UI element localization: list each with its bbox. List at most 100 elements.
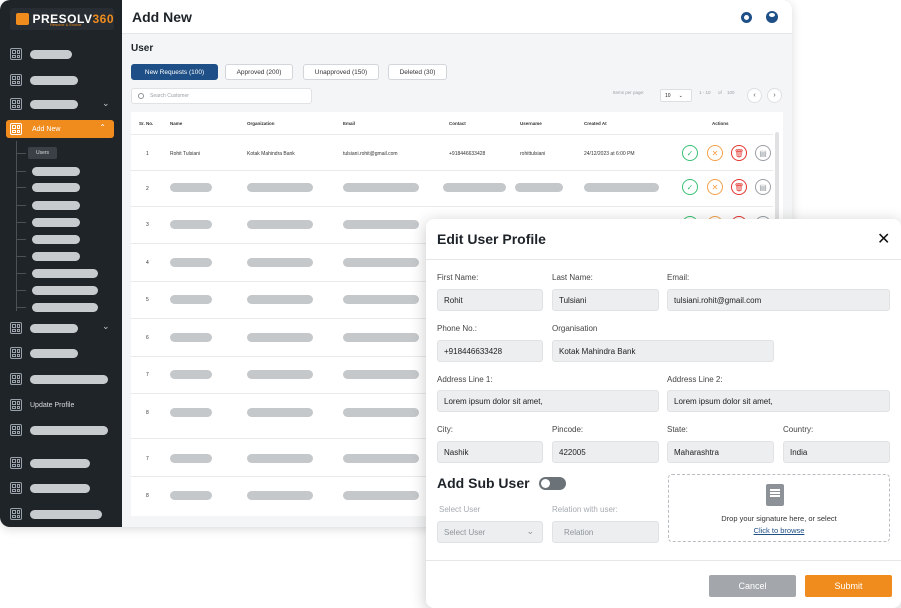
- cell-sr: 8: [146, 493, 149, 499]
- sidebar-item-1[interactable]: [10, 47, 72, 61]
- cell-name: Rohit Tulsiani: [170, 151, 201, 157]
- email-field[interactable]: tulsiani.rohit@gmail.com: [667, 289, 890, 311]
- grid-icon: [10, 123, 22, 135]
- add-sub-user-title: Add Sub User: [437, 475, 530, 491]
- sidebar-item-9[interactable]: [10, 481, 90, 495]
- tab-new-requests[interactable]: New Requests (100): [131, 64, 218, 80]
- country-label: Country:: [783, 425, 814, 434]
- pager-total: 100: [727, 90, 735, 95]
- sidebar: PRESOLV360 Resolve & Evolve ⌄ Add New ⌃ …: [0, 0, 122, 527]
- gear-icon[interactable]: [741, 12, 752, 23]
- sidebar-item-5[interactable]: [10, 346, 78, 360]
- sidebar-item-6[interactable]: [10, 372, 108, 386]
- chevron-down-icon[interactable]: ⌄: [102, 98, 110, 109]
- per-page-value: 10: [665, 92, 671, 99]
- sidebar-item-update-profile[interactable]: Update Profile: [10, 398, 74, 412]
- reject-icon[interactable]: ✕: [707, 145, 723, 161]
- add-sub-user-toggle[interactable]: [539, 477, 566, 490]
- close-icon[interactable]: ✕: [877, 229, 890, 249]
- sidebar-subitem[interactable]: [32, 252, 80, 261]
- delete-icon[interactable]: 🗑: [731, 145, 747, 161]
- first-name-label: First Name:: [437, 273, 479, 282]
- sidebar-item-8[interactable]: [10, 456, 90, 470]
- tab-approved[interactable]: Approved (200): [225, 64, 293, 80]
- col-header[interactable]: Sr. No.: [139, 121, 153, 126]
- grid-icon: [10, 373, 22, 385]
- next-page-button[interactable]: ›: [767, 88, 782, 103]
- sidebar-subitem[interactable]: [32, 167, 80, 176]
- search-placeholder: Search Customer: [150, 93, 189, 99]
- sidebar-subitem[interactable]: [32, 183, 80, 192]
- select-user-dropdown[interactable]: Select User ⌄: [437, 521, 543, 543]
- tab-unapproved[interactable]: Unapproved (150): [303, 64, 379, 80]
- state-label: State:: [667, 425, 688, 434]
- address-line-1-field[interactable]: Lorem ipsum dolor sit amet,: [437, 390, 659, 412]
- country-field[interactable]: India: [783, 441, 890, 463]
- relation-label: Relation with user:: [552, 505, 618, 514]
- grid-icon: [10, 322, 22, 334]
- relation-field[interactable]: Relation: [552, 521, 659, 543]
- approve-icon[interactable]: ✓: [682, 179, 698, 195]
- sidebar-item-7[interactable]: [10, 423, 108, 437]
- select-user-value: Select User: [444, 527, 486, 537]
- sidebar-item-4[interactable]: [10, 321, 78, 335]
- col-header[interactable]: Email: [343, 121, 355, 126]
- sidebar-subitem[interactable]: [32, 286, 98, 295]
- sidebar-subitem[interactable]: [32, 269, 98, 278]
- items-per-page-label: Items per page:: [613, 90, 645, 95]
- modal-title: Edit User Profile: [437, 231, 546, 247]
- cell-sr: 2: [146, 186, 149, 192]
- sidebar-item-2[interactable]: [10, 73, 78, 87]
- col-header[interactable]: Name: [170, 121, 182, 126]
- sidebar-subitem[interactable]: [32, 303, 98, 312]
- browse-link[interactable]: Click to browse: [669, 526, 889, 535]
- grid-icon: [10, 347, 22, 359]
- cell-org: Kotak Mahindra Bank: [247, 151, 295, 157]
- select-user-label: Select User: [439, 505, 481, 514]
- sidebar-subitem[interactable]: [32, 201, 80, 210]
- search-input[interactable]: Search Customer: [131, 88, 312, 104]
- pincode-label: Pincode:: [552, 425, 584, 434]
- address-line-2-field[interactable]: Lorem ipsum dolor sit amet,: [667, 390, 890, 412]
- submit-button[interactable]: Submit: [805, 575, 892, 597]
- prev-page-button[interactable]: ‹: [747, 88, 762, 103]
- grid-icon: [10, 98, 22, 110]
- col-header[interactable]: Organization: [247, 121, 275, 126]
- phone-field[interactable]: +918446633428: [437, 340, 543, 362]
- signature-dropzone[interactable]: Drop your signature here, or select Clic…: [668, 474, 890, 542]
- city-field[interactable]: Nashik: [437, 441, 543, 463]
- col-header[interactable]: Created At: [584, 121, 607, 126]
- grid-icon: [10, 457, 22, 469]
- topbar: Add New: [122, 0, 792, 34]
- cell-username: rohittulsiani: [520, 151, 546, 157]
- pager-of: of: [718, 90, 722, 95]
- approve-icon[interactable]: ✓: [682, 145, 698, 161]
- sidebar-item-3[interactable]: [10, 97, 78, 111]
- document-icon[interactable]: ▤: [755, 179, 771, 195]
- col-header[interactable]: Username: [520, 121, 542, 126]
- cell-sr: 4: [146, 260, 149, 266]
- sidebar-subitem-users[interactable]: Users: [28, 147, 57, 159]
- document-icon[interactable]: ▤: [755, 145, 771, 161]
- tab-deleted[interactable]: Deleted (30): [388, 64, 447, 80]
- col-header[interactable]: Contact: [449, 121, 466, 126]
- organisation-field[interactable]: Kotak Mahindra Bank: [552, 340, 774, 362]
- cancel-button[interactable]: Cancel: [709, 575, 796, 597]
- sidebar-subitem[interactable]: [32, 235, 80, 244]
- state-field[interactable]: Maharashtra: [667, 441, 774, 463]
- last-name-field[interactable]: Tulsiani: [552, 289, 659, 311]
- first-name-field[interactable]: Rohit: [437, 289, 543, 311]
- account-icon[interactable]: [766, 11, 778, 23]
- sidebar-subitem[interactable]: [32, 218, 80, 227]
- per-page-select[interactable]: 10 ⌄: [660, 89, 692, 102]
- sidebar-item-add-new[interactable]: Add New ⌃: [6, 120, 114, 138]
- reject-icon[interactable]: ✕: [707, 179, 723, 195]
- sidebar-item-label: Update Profile: [30, 401, 75, 409]
- delete-icon[interactable]: 🗑: [731, 179, 747, 195]
- cell-sr: 8: [146, 410, 149, 416]
- chevron-down-icon[interactable]: ⌄: [102, 321, 110, 332]
- grid-icon: [10, 508, 22, 520]
- logo: PRESOLV360 Resolve & Evolve: [10, 8, 114, 30]
- pincode-field[interactable]: 422005: [552, 441, 659, 463]
- sidebar-item-10[interactable]: [10, 507, 102, 521]
